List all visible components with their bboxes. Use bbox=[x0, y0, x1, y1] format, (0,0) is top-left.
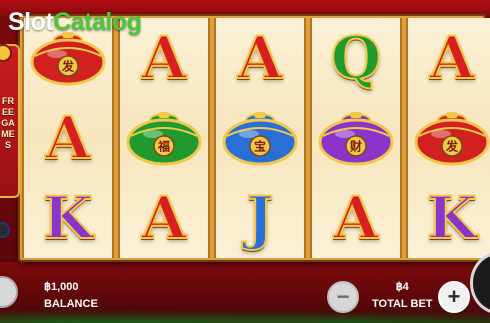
balance-display: ฿1,000 BALANCE bbox=[44, 280, 98, 310]
symbol-letter: A bbox=[140, 184, 187, 252]
symbol-q: Q bbox=[312, 20, 400, 96]
symbol-a: A bbox=[24, 100, 112, 176]
jar-blue-icon: 宝 bbox=[221, 108, 299, 168]
balance-label: BALANCE bbox=[44, 298, 98, 310]
svg-text:宝: 宝 bbox=[254, 139, 266, 154]
decrease-bet-button[interactable]: − bbox=[327, 281, 359, 313]
reel-5: A 发 K bbox=[406, 18, 490, 258]
symbol-letter: A bbox=[236, 24, 283, 92]
symbol-letter: A bbox=[140, 24, 187, 92]
increase-bet-button[interactable]: + bbox=[438, 281, 470, 313]
jar-purple-icon: 财 bbox=[317, 108, 395, 168]
reel-2: A 福 A bbox=[118, 18, 210, 258]
watermark-logo: SlotCatalog bbox=[8, 8, 142, 37]
svg-text:发: 发 bbox=[445, 139, 459, 154]
svg-text:财: 财 bbox=[349, 139, 362, 154]
jar-red-icon: 发 bbox=[413, 108, 490, 168]
reel-4: Q 财 A bbox=[310, 18, 402, 258]
bet-display: ฿4 TOTAL BET bbox=[372, 280, 433, 310]
watermark-part1: Slot bbox=[8, 8, 54, 36]
symbol-letter: K bbox=[426, 184, 478, 252]
symbol-jar-purple: 财 bbox=[312, 100, 400, 176]
symbol-letter: Q bbox=[330, 24, 383, 92]
symbol-a: A bbox=[312, 180, 400, 256]
symbol-a: A bbox=[408, 20, 490, 96]
symbol-letter: A bbox=[428, 24, 475, 92]
svg-text:发: 发 bbox=[61, 59, 75, 74]
free-games-panel[interactable]: FREE GAMES bbox=[0, 44, 20, 198]
symbol-jar-red: 发 bbox=[408, 100, 490, 176]
balance-value: ฿1,000 bbox=[44, 281, 79, 293]
menu-icon[interactable] bbox=[0, 222, 10, 238]
symbol-letter: J bbox=[245, 184, 274, 252]
symbol-k: K bbox=[24, 180, 112, 256]
symbol-letter: K bbox=[42, 184, 94, 252]
symbol-jar-blue: 宝 bbox=[216, 100, 304, 176]
jar-green-icon: 福 bbox=[125, 108, 203, 168]
reel-3: A 宝 J bbox=[214, 18, 306, 258]
symbol-jar-green: 福 bbox=[120, 100, 208, 176]
symbol-j: J bbox=[216, 180, 304, 256]
svg-text:福: 福 bbox=[157, 139, 170, 154]
symbol-a: A bbox=[120, 180, 208, 256]
watermark-part2: Catalog bbox=[53, 8, 142, 36]
free-games-label: FREE GAMES bbox=[1, 96, 15, 150]
jar-red-icon: 发 bbox=[29, 28, 107, 88]
reel-1: 发 AK bbox=[22, 18, 114, 258]
bet-label: TOTAL BET bbox=[372, 298, 433, 310]
symbol-letter: A bbox=[332, 184, 379, 252]
symbol-a: A bbox=[216, 20, 304, 96]
reels-area[interactable]: 发AKA福AA宝JQ财AA发K bbox=[22, 18, 490, 258]
symbol-letter: A bbox=[44, 104, 91, 172]
symbol-k: K bbox=[408, 180, 490, 256]
game-screen: 发AKA福AA宝JQ财AA发K FREE GAMES SlotCatalog ฿… bbox=[0, 0, 490, 323]
bet-value: ฿4 bbox=[395, 281, 409, 293]
